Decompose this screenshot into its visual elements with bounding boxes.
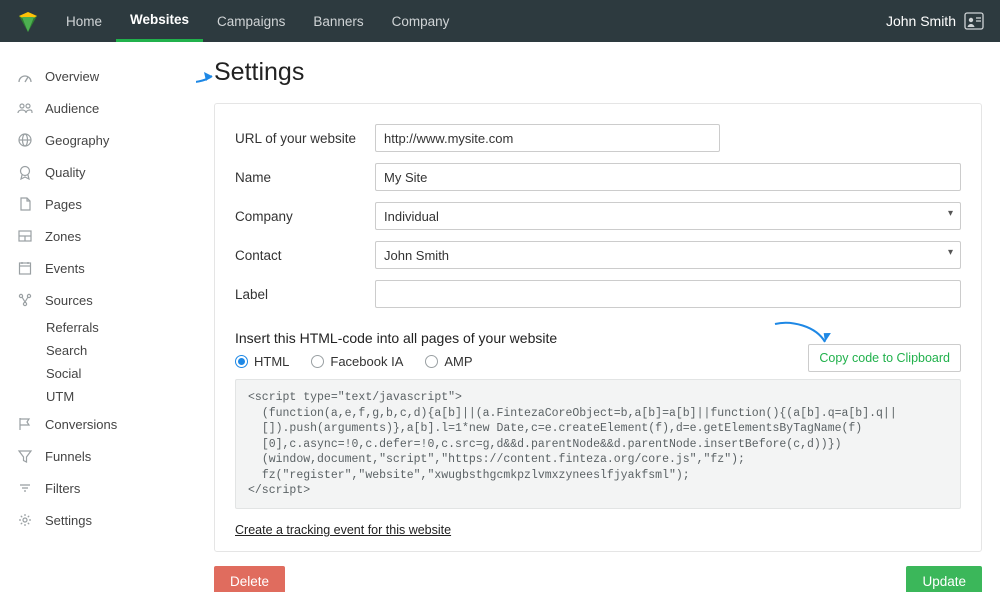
radio-icon [311,355,324,368]
sidebar-item-label: Funnels [45,449,91,464]
sidebar-sub-search[interactable]: Search [0,339,196,362]
code-tab-label: HTML [254,354,289,369]
create-tracking-event-link[interactable]: Create a tracking event for this website [235,523,451,537]
radio-icon [425,355,438,368]
filter-icon [16,479,34,497]
settings-card: URL of your website Name Company Contact… [214,103,982,552]
code-tab-label: AMP [444,354,472,369]
name-input[interactable] [375,163,961,191]
delete-button[interactable]: Delete [214,566,285,592]
audience-icon [16,99,34,117]
sidebar-item-label: Filters [45,481,80,496]
label-input[interactable] [375,280,961,308]
brand-logo [16,9,40,33]
globe-icon [16,131,34,149]
sidebar-item-label: Pages [45,197,82,212]
funnel-icon [16,447,34,465]
url-label: URL of your website [235,131,375,146]
copy-code-button[interactable]: Copy code to Clipboard [808,344,961,372]
page-icon [16,195,34,213]
code-tab-facebook-ia[interactable]: Facebook IA [311,354,403,369]
gear-icon [16,511,34,529]
nav-websites[interactable]: Websites [116,0,203,42]
sidebar-item-sources[interactable]: Sources [0,284,196,316]
sidebar-sub-social[interactable]: Social [0,362,196,385]
sidebar-item-label: Quality [45,165,85,180]
main-content: Settings URL of your website Name Compan… [196,42,1000,592]
nav-banners[interactable]: Banners [299,0,377,42]
code-section: Insert this HTML-code into all pages of … [235,330,961,537]
sidebar-item-audience[interactable]: Audience [0,92,196,124]
nav-campaigns[interactable]: Campaigns [203,0,299,42]
primary-nav: Home Websites Campaigns Banners Company [52,0,463,42]
code-tab-label: Facebook IA [330,354,403,369]
url-input[interactable] [375,124,720,152]
sidebar-item-filters[interactable]: Filters [0,472,196,504]
update-button[interactable]: Update [906,566,982,592]
sidebar-item-geography[interactable]: Geography [0,124,196,156]
sources-icon [16,291,34,309]
sidebar-item-label: Settings [45,513,92,528]
zones-icon [16,227,34,245]
company-label: Company [235,209,375,224]
contact-label: Contact [235,248,375,263]
code-snippet-box[interactable]: <script type="text/javascript"> (functio… [235,379,961,509]
sidebar-sub-referrals[interactable]: Referrals [0,316,196,339]
sidebar-sub-utm[interactable]: UTM [0,385,196,408]
user-name-label: John Smith [886,13,956,29]
sidebar-item-pages[interactable]: Pages [0,188,196,220]
sidebar-item-conversions[interactable]: Conversions [0,408,196,440]
sidebar-item-overview[interactable]: Overview [0,60,196,92]
sidebar-item-settings[interactable]: Settings [0,504,196,536]
nav-company[interactable]: Company [378,0,464,42]
sidebar-item-label: Audience [45,101,99,116]
quality-icon [16,163,34,181]
sidebar-item-events[interactable]: Events [0,252,196,284]
name-label: Name [235,170,375,185]
contact-select[interactable] [375,241,961,269]
sidebar-item-label: Overview [45,69,99,84]
page-title: Settings [214,58,982,87]
flag-icon [16,415,34,433]
sidebar-item-zones[interactable]: Zones [0,220,196,252]
user-menu[interactable]: John Smith [886,12,990,30]
calendar-icon [16,259,34,277]
nav-home[interactable]: Home [52,0,116,42]
sidebar-item-quality[interactable]: Quality [0,156,196,188]
code-tab-amp[interactable]: AMP [425,354,472,369]
sidebar-item-funnels[interactable]: Funnels [0,440,196,472]
code-tab-html[interactable]: HTML [235,354,289,369]
sidebar-item-label: Geography [45,133,109,148]
company-select[interactable] [375,202,961,230]
sidebar-item-label: Events [45,261,85,276]
sidebar-item-label: Sources [45,293,93,308]
footer-buttons: Delete Update [214,566,982,592]
user-card-icon [964,12,984,30]
top-navbar: Home Websites Campaigns Banners Company … [0,0,1000,42]
sidebar: Overview Audience Geography Quality Page… [0,42,196,592]
sidebar-item-label: Zones [45,229,81,244]
gauge-icon [16,67,34,85]
radio-icon [235,355,248,368]
sidebar-item-label: Conversions [45,417,117,432]
label-label: Label [235,287,375,302]
